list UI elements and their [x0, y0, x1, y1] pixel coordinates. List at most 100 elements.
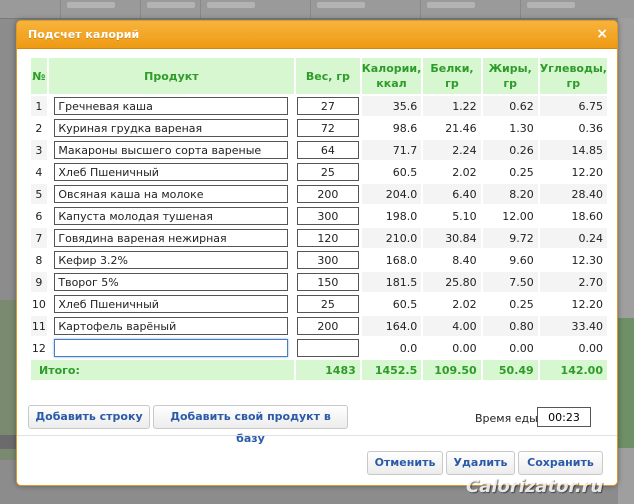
weight-cell — [295, 206, 360, 226]
add-product-button[interactable]: Добавить свой продукт в базу — [153, 405, 348, 445]
product-input[interactable] — [54, 251, 289, 269]
weight-cell — [295, 316, 360, 336]
weight-cell — [295, 118, 360, 138]
table-row: 10 60.52.020.2512.20 — [31, 294, 607, 314]
col-header-fat: Жиры, гр — [482, 58, 538, 94]
weight-cell — [295, 96, 360, 116]
carbs-cell: 0.36 — [539, 118, 607, 138]
weight-cell — [295, 228, 360, 248]
table-row: 12 0.0 0.00 0.00 0.00 — [31, 338, 607, 358]
row-number: 3 — [31, 140, 47, 160]
product-cell — [48, 272, 294, 292]
product-cell — [48, 228, 294, 248]
row-number: 6 — [31, 206, 47, 226]
delete-button[interactable]: Удалить — [446, 451, 515, 475]
weight-input[interactable] — [296, 295, 359, 313]
protein-cell: 25.80 — [423, 272, 481, 292]
protein-cell: 8.40 — [423, 250, 481, 270]
product-input[interactable] — [54, 273, 289, 291]
protein-cell: 4.00 — [423, 316, 481, 336]
meal-time-input[interactable] — [537, 407, 591, 427]
product-input[interactable] — [54, 207, 289, 225]
product-input[interactable] — [54, 317, 289, 335]
dialog-header: Подсчет калорий × — [17, 21, 617, 49]
row-number: 10 — [31, 294, 47, 314]
protein-cell: 1.22 — [423, 96, 481, 116]
weight-cell — [295, 250, 360, 270]
product-input[interactable] — [54, 141, 289, 159]
calories-cell: 164.0 — [361, 316, 422, 336]
col-header-product: Продукт — [48, 58, 294, 94]
save-button[interactable]: Сохранить — [518, 451, 603, 475]
background-col — [200, 0, 261, 18]
protein-cell: 2.02 — [423, 294, 481, 314]
calories-cell: 181.5 — [361, 272, 422, 292]
table-row: 11 164.04.000.8033.40 — [31, 316, 607, 336]
fat-cell: 0.00 — [482, 338, 538, 358]
product-input[interactable] — [54, 163, 289, 181]
total-row: Итого: 1483 1452.5 109.50 50.49 142.00 — [31, 360, 607, 380]
weight-input[interactable] — [296, 317, 359, 335]
product-input[interactable] — [54, 185, 289, 203]
weight-input[interactable] — [296, 339, 359, 357]
fat-cell: 0.25 — [482, 162, 538, 182]
add-row-button[interactable]: Добавить строку — [28, 405, 150, 429]
carbs-cell: 33.40 — [539, 316, 607, 336]
carbs-cell: 6.75 — [539, 96, 607, 116]
weight-input[interactable] — [296, 207, 359, 225]
product-cell — [48, 162, 294, 182]
total-weight: 1483 — [295, 360, 360, 380]
weight-cell — [295, 294, 360, 314]
product-input[interactable] — [54, 97, 289, 115]
carbs-cell: 28.40 — [539, 184, 607, 204]
row-number: 11 — [31, 316, 47, 336]
row-number: 1 — [31, 96, 47, 116]
weight-cell — [295, 184, 360, 204]
weight-cell — [295, 338, 360, 358]
weight-input[interactable] — [296, 229, 359, 247]
calorie-table: № Продукт Вес, гр Калории, ккал Белки, г… — [29, 56, 609, 382]
fat-cell: 0.62 — [482, 96, 538, 116]
weight-input[interactable] — [296, 185, 359, 203]
table-row: 7 210.030.849.720.24 — [31, 228, 607, 248]
weight-input[interactable] — [296, 163, 359, 181]
product-cell — [48, 206, 294, 226]
calories-cell: 35.6 — [361, 96, 422, 116]
row-number: 9 — [31, 272, 47, 292]
weight-cell — [295, 140, 360, 160]
product-input[interactable] — [54, 119, 289, 137]
cancel-button[interactable]: Отменить — [367, 451, 443, 475]
product-input[interactable] — [54, 229, 289, 247]
weight-input[interactable] — [296, 141, 359, 159]
dialog-title: Подсчет калорий — [28, 28, 140, 41]
watermark: Calorizator.ru — [466, 476, 604, 497]
table-row: 8 168.08.409.6012.30 — [31, 250, 607, 270]
protein-cell: 2.24 — [423, 140, 481, 160]
product-input[interactable] — [54, 295, 289, 313]
table-row: 3 71.72.240.2614.85 — [31, 140, 607, 160]
fat-cell: 7.50 — [482, 272, 538, 292]
col-header-num: № — [31, 58, 47, 94]
calories-cell: 168.0 — [361, 250, 422, 270]
calorie-calculator-dialog: Подсчет калорий × № Продукт Вес, гр Кало… — [16, 20, 618, 486]
weight-input[interactable] — [296, 97, 359, 115]
carbs-cell: 2.70 — [539, 272, 607, 292]
product-cell — [48, 338, 294, 358]
carbs-cell: 14.85 — [539, 140, 607, 160]
row-number: 5 — [31, 184, 47, 204]
calories-cell: 60.5 — [361, 162, 422, 182]
total-label: Итого: — [31, 360, 294, 380]
calories-cell: 198.0 — [361, 206, 422, 226]
total-calories: 1452.5 — [361, 360, 422, 380]
background-col — [60, 0, 121, 18]
weight-input[interactable] — [296, 119, 359, 137]
product-cell — [48, 294, 294, 314]
total-protein: 109.50 — [423, 360, 481, 380]
calories-cell: 204.0 — [361, 184, 422, 204]
close-icon[interactable]: × — [596, 26, 608, 42]
product-input[interactable] — [54, 339, 289, 357]
protein-cell: 0.00 — [423, 338, 481, 358]
weight-input[interactable] — [296, 273, 359, 291]
weight-input[interactable] — [296, 251, 359, 269]
background-col — [420, 0, 481, 18]
